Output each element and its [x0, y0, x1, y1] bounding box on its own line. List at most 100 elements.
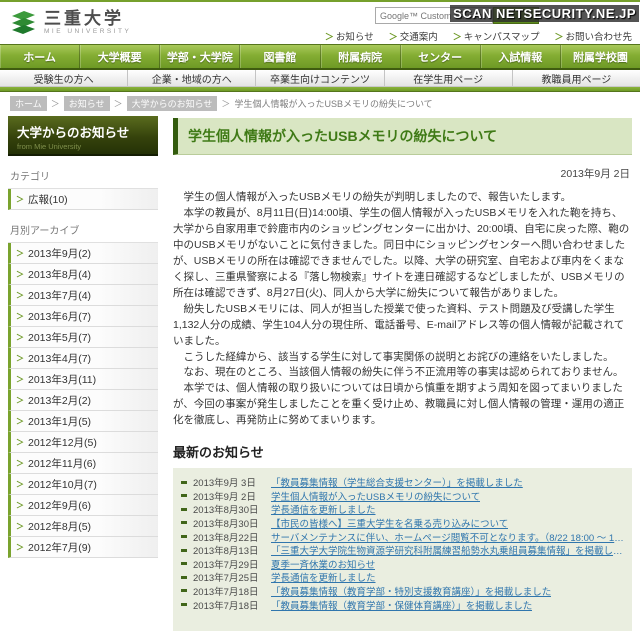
news-date: 2013年8月13日	[193, 543, 271, 557]
breadcrumb: ホーム＞お知らせ＞大学からのお知らせ＞学生個人情報が入ったUSBメモリの紛失につ…	[0, 92, 640, 114]
sidebar-item-label: 2013年6月(7)	[28, 309, 91, 324]
news-date: 2013年7月18日	[193, 584, 271, 598]
sub-nav-item[interactable]: 卒業生向けコンテンツ	[256, 70, 384, 86]
sidebar-list-item[interactable]: ＞ 2012年8月(5)	[8, 516, 158, 537]
sidebar-item-label: 2013年5月(7)	[28, 330, 91, 345]
article-body: 学生の個人情報が入ったUSBメモリの紛失が判明しましたので、報告いたします。 本…	[173, 190, 632, 429]
sidebar-list-item[interactable]: ＞ 2013年6月(7)	[8, 306, 158, 327]
news-link[interactable]: 「教員募集情報（教育学部・保健体育講座）」を掲載しました	[271, 598, 532, 612]
utility-link[interactable]: ＞お知らせ	[325, 29, 374, 43]
arrow-icon: ＞	[16, 500, 24, 511]
watermark-scan-netsecurity: SCAN NETSECURITY.NE.JP	[450, 5, 639, 22]
news-date: 2013年8月30日	[193, 502, 271, 516]
arrow-icon: ＞	[16, 395, 24, 406]
bullet-icon	[181, 562, 187, 565]
news-link[interactable]: 「三重大学大学院生物資源学研究科附属練習船勢水丸乗組員募集情報」を掲載しました	[271, 543, 624, 557]
main-nav-item[interactable]: 学部・大学院	[160, 45, 240, 68]
sidebar: 大学からのお知らせ from Mie University カテゴリ ＞ 広報(1…	[8, 116, 158, 631]
utility-link-label: キャンパスマップ	[464, 32, 540, 43]
main-nav-item[interactable]: 附属病院	[321, 45, 401, 68]
sidebar-item-label: 2013年4月(7)	[28, 351, 91, 366]
sidebar-item-label: 2012年9月(6)	[28, 498, 91, 513]
utility-nav: ＞お知らせ＞交通案内＞キャンパスマップ＞お問い合わせ先	[325, 29, 632, 43]
arrow-icon: ＞	[16, 194, 24, 205]
news-row: 2013年7月18日「教員募集情報（教育学部・保健体育講座）」を掲載しました	[181, 598, 624, 612]
sidebar-list-item[interactable]: ＞ 広報(10)	[8, 189, 158, 210]
main-nav-item[interactable]: 入試情報	[481, 45, 561, 68]
sidebar-list-item[interactable]: ＞2013年1月(5)	[8, 411, 158, 432]
sidebar-list-item[interactable]: ＞ 2013年3月(11)	[8, 369, 158, 390]
arrow-icon: ＞	[325, 32, 334, 42]
utility-link[interactable]: ＞お問い合わせ先	[554, 29, 632, 43]
sidebar-item-label: 2012年10月(7)	[28, 477, 97, 492]
news-link[interactable]: 学長通信を更新しました	[271, 502, 376, 516]
archive-heading: 月別アーカイブ	[10, 222, 158, 237]
news-link[interactable]: 「教員募集情報（教育学部・特別支援教育講座）」を掲載しました	[271, 584, 551, 598]
sub-nav-item[interactable]: 教職員用ページ	[513, 70, 640, 86]
news-link[interactable]: サーバメンテナンスに伴い、ホームページ閲覧不可となります。（8/22 18:00…	[271, 530, 624, 544]
sub-nav-item[interactable]: 企業・地域の方へ	[128, 70, 256, 86]
latest-news-list: 2013年9月 3日「教員募集情報（学生総合支援センター）」を掲載しました201…	[173, 468, 632, 631]
news-link[interactable]: 【市民の皆様へ】三重大学生を名乗る売り込みについて	[271, 516, 508, 530]
sidebar-list-item[interactable]: ＞2013年7月(4)	[8, 285, 158, 306]
main-nav-item[interactable]: 大学概要	[80, 45, 160, 68]
arrow-icon: ＞	[16, 269, 24, 280]
sidebar-list-item[interactable]: ＞2013年4月(7)	[8, 348, 158, 369]
sub-nav-item[interactable]: 受験生の方へ	[0, 70, 128, 86]
news-link[interactable]: 「教員募集情報（学生総合支援センター）」を掲載しました	[271, 475, 523, 489]
sidebar-list-item[interactable]: ＞2013年9月(2)	[8, 243, 158, 264]
sidebar-list-item[interactable]: ＞ 2012年9月(6)	[8, 495, 158, 516]
utility-link[interactable]: ＞キャンパスマップ	[453, 29, 540, 43]
news-date: 2013年7月25日	[193, 570, 271, 584]
news-date: 2013年8月22日	[193, 530, 271, 544]
breadcrumb-link[interactable]: お知らせ	[64, 96, 110, 111]
sidebar-list-item[interactable]: ＞ 2012年10月(7)	[8, 474, 158, 495]
sidebar-list-item[interactable]: ＞2012年7月(9)	[8, 537, 158, 558]
breadcrumb-separator: ＞	[51, 97, 60, 110]
arrow-icon: ＞	[16, 374, 24, 385]
news-row: 2013年7月18日「教員募集情報（教育学部・特別支援教育講座）」を掲載しました	[181, 584, 624, 598]
bullet-icon	[181, 603, 187, 606]
latest-news-heading: 最新のお知らせ	[173, 442, 632, 461]
sidebar-list-item[interactable]: ＞ 2013年2月(2)	[8, 390, 158, 411]
sidebar-item-label: 2013年7月(4)	[28, 288, 91, 303]
news-row: 2013年9月 3日「教員募集情報（学生総合支援センター）」を掲載しました	[181, 475, 624, 489]
breadcrumb-link[interactable]: ホーム	[10, 96, 47, 111]
sidebar-list-item[interactable]: ＞2012年12月(5)	[8, 432, 158, 453]
sidebar-header-news-from-university[interactable]: 大学からのお知らせ from Mie University	[8, 116, 158, 156]
news-date: 2013年7月29日	[193, 557, 271, 571]
breadcrumb-link[interactable]: 大学からのお知らせ	[127, 96, 218, 111]
sidebar-list-item[interactable]: ＞2013年5月(7)	[8, 327, 158, 348]
arrow-icon: ＞	[16, 479, 24, 490]
article-paragraph: 本学では、個人情報の取り扱いについては日頃から慎重を期すよう周知を図ってまいりま…	[173, 381, 632, 429]
mie-university-logo-icon	[10, 9, 37, 36]
article-paragraph: こうした経緯から、該当する学生に対して事実関係の説明とお詫びの連絡をいたしました…	[173, 350, 632, 366]
news-link[interactable]: 夏季一斉休業のお知らせ	[271, 557, 375, 571]
university-logo[interactable]: 三重大学 MIE UNIVERSITY	[10, 9, 131, 36]
news-link[interactable]: 学長通信を更新しました	[271, 570, 376, 584]
arrow-icon: ＞	[16, 521, 24, 532]
sidebar-item-label: 2012年8月(5)	[28, 519, 91, 534]
sub-nav-item[interactable]: 在学生用ページ	[385, 70, 513, 86]
sidebar-list-item[interactable]: ＞2013年8月(4)	[8, 264, 158, 285]
sidebar-title: 大学からのお知らせ	[17, 122, 149, 141]
logo-subtitle: MIE UNIVERSITY	[44, 28, 131, 35]
sidebar-list-item[interactable]: ＞2012年11月(6)	[8, 453, 158, 474]
main-nav-item[interactable]: ホーム	[0, 45, 80, 68]
arrow-icon: ＞	[16, 311, 24, 322]
utility-link-label: お知らせ	[336, 32, 374, 43]
category-heading: カテゴリ	[10, 168, 158, 183]
bullet-icon	[181, 576, 187, 579]
category-list: ＞ 広報(10)	[8, 188, 158, 210]
sidebar-item-label: 2013年3月(11)	[28, 372, 96, 387]
news-link[interactable]: 学生個人情報が入ったUSBメモリの紛失について	[271, 489, 480, 503]
arrow-icon: ＞	[16, 458, 24, 469]
arrow-icon: ＞	[554, 32, 563, 42]
main-nav-item[interactable]: センター	[401, 45, 481, 68]
main-nav-item[interactable]: 附属学校園	[561, 45, 640, 68]
news-date: 2013年9月 2日	[193, 489, 271, 503]
utility-link[interactable]: ＞交通案内	[389, 29, 438, 43]
sidebar-item-label: 2013年2月(2)	[28, 393, 91, 408]
sidebar-item-label: 広報(10)	[28, 192, 68, 207]
main-nav-item[interactable]: 図書館	[240, 45, 320, 68]
